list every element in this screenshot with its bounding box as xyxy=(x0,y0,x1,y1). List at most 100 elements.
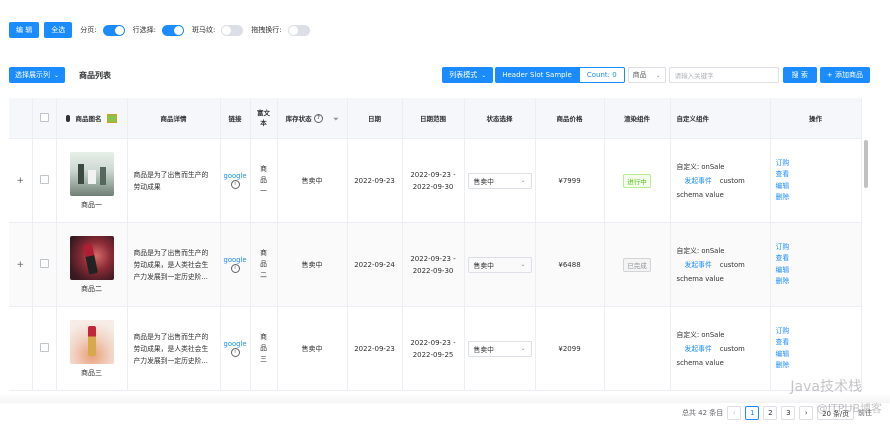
chevron-down-icon: ⌄ xyxy=(481,71,487,79)
stock-status: 售卖中 xyxy=(277,306,348,391)
edit-button[interactable]: 编 辑 xyxy=(9,22,40,38)
range-end: 2022-09-30 xyxy=(412,266,454,275)
row-checkbox[interactable] xyxy=(39,175,49,184)
status-select[interactable]: 售卖中 ⌄ xyxy=(467,340,532,357)
price-cell: ¥7999 xyxy=(535,138,605,223)
edit-link[interactable]: 编辑 xyxy=(776,181,858,193)
table-header-bar: 选择展示列 ⌄ 商品列表 列表模式 ⌄ Header Slot Sample C… xyxy=(9,66,870,84)
render-cell xyxy=(604,306,671,391)
image-icon xyxy=(106,114,117,124)
schema-value: schema value xyxy=(676,190,724,199)
richtext-cell: 商品二 xyxy=(260,249,267,279)
col-status-select: 状态选择 xyxy=(464,98,536,139)
col-stock: 库存状态 ? ⏷ xyxy=(277,98,348,139)
page-3-button[interactable]: 3 xyxy=(781,406,796,420)
col-render: 渲染组件 xyxy=(604,98,671,139)
pagination-toggle-label: 分页: xyxy=(80,26,97,34)
expand-icon[interactable]: + xyxy=(16,176,24,186)
product-link[interactable]: google xyxy=(224,256,247,264)
add-product-button[interactable]: + 添加商品 xyxy=(819,67,870,83)
status-select[interactable]: 售卖中 ⌄ xyxy=(467,256,532,273)
product-thumbnail xyxy=(69,151,114,196)
order-link[interactable]: 订购 xyxy=(776,242,858,254)
header-slot-button[interactable]: Header Slot Sample xyxy=(495,67,579,83)
status-tag: 已完成 xyxy=(623,257,651,272)
question-icon[interactable]: ? xyxy=(313,114,323,123)
zebra-switch[interactable] xyxy=(221,24,244,36)
filter-icon[interactable]: ⏷ xyxy=(333,115,338,123)
product-detail: 商品是为了出售而生产的劳动成果 xyxy=(127,138,221,223)
stock-status: 售卖中 xyxy=(277,222,348,307)
product-thumbnail xyxy=(69,319,114,364)
col-link: 链接 xyxy=(220,98,251,139)
trigger-event-link[interactable]: 发起事件 xyxy=(685,345,712,353)
search-button[interactable]: 搜 索 xyxy=(782,67,817,83)
chevron-down-icon: ⌄ xyxy=(520,261,526,268)
product-link[interactable]: google xyxy=(224,340,247,348)
custom-line: 自定义: onSale xyxy=(676,330,725,339)
col-richtext: 富文本 xyxy=(250,98,278,139)
page-1-button[interactable]: 1 xyxy=(745,406,760,420)
chevron-down-icon: ⌄ xyxy=(655,71,661,79)
prev-page-button[interactable]: ‹ xyxy=(727,406,742,420)
status-tag: 进行中 xyxy=(623,173,651,188)
col-image-label: 商品图名 xyxy=(75,114,102,123)
select-all-button[interactable]: 全选 xyxy=(44,22,73,38)
stock-status: 售卖中 xyxy=(277,138,348,223)
custom-line: 自定义: onSale xyxy=(676,162,725,171)
col-image: 商品图名 xyxy=(56,98,128,139)
pagination-switch[interactable] xyxy=(102,24,125,36)
product-table: 商品图名 商品详情 链接 富文本 库存状态 ? ⏷ 日期 日期范围 状态选择 商… xyxy=(9,98,862,391)
row-checkbox[interactable] xyxy=(39,259,49,268)
order-link[interactable]: 订购 xyxy=(776,158,858,170)
drag-switch[interactable] xyxy=(287,24,310,36)
col-ops: 操作 xyxy=(770,98,862,139)
delete-link[interactable]: 删除 xyxy=(776,276,858,288)
bottom-shadow xyxy=(0,393,890,403)
range-start: 2022-09-23 - xyxy=(410,254,456,263)
chevron-down-icon: ⌄ xyxy=(520,345,526,352)
row-select-switch[interactable] xyxy=(161,24,184,36)
date-cell: 2022-09-23 xyxy=(347,138,403,223)
vertical-scrollbar[interactable] xyxy=(864,140,868,188)
watermark-text-2: @ITPUB博客 xyxy=(816,402,882,415)
delete-link[interactable]: 删除 xyxy=(776,192,858,204)
order-link[interactable]: 订购 xyxy=(776,326,858,338)
range-end: 2022-09-30 xyxy=(412,182,454,191)
info-icon: i xyxy=(230,180,240,189)
edit-link[interactable]: 编辑 xyxy=(776,349,858,361)
trigger-event-link[interactable]: 发起事件 xyxy=(685,177,712,185)
col-custom-label: 自定义组件 xyxy=(676,115,710,123)
page-2-button[interactable]: 2 xyxy=(763,406,778,420)
view-link[interactable]: 查看 xyxy=(776,253,858,265)
field-select[interactable]: 商品 ⌄ xyxy=(627,67,666,83)
schema-value: schema value xyxy=(676,358,724,367)
status-select-value: 售卖中 xyxy=(473,345,494,354)
next-page-button[interactable]: › xyxy=(799,406,814,420)
edit-link[interactable]: 编辑 xyxy=(776,265,858,277)
table-row: + 商品三 商品是为了出售而生产的劳动成果，是人类社会生产力发展到一定历史阶..… xyxy=(9,306,862,391)
view-link[interactable]: 查看 xyxy=(776,169,858,181)
range-start: 2022-09-23 - xyxy=(410,338,456,347)
list-mode-label: 列表模式 xyxy=(449,71,478,79)
delete-link[interactable]: 删除 xyxy=(776,360,858,372)
status-select[interactable]: 售卖中 ⌄ xyxy=(467,172,532,189)
mic-icon xyxy=(66,115,71,123)
status-select-value: 售卖中 xyxy=(473,177,494,186)
search-input[interactable]: 请输入关键字 xyxy=(668,67,779,83)
range-start: 2022-09-23 - xyxy=(410,170,456,179)
product-link[interactable]: google xyxy=(224,172,247,180)
select-all-checkbox[interactable] xyxy=(39,112,49,122)
expand-icon[interactable]: + xyxy=(16,260,24,270)
list-mode-dropdown[interactable]: 列表模式 ⌄ xyxy=(442,67,494,83)
range-end: 2022-09-25 xyxy=(412,350,454,359)
richtext-cell: 商品一 xyxy=(260,165,267,195)
top-toolbar: 编 辑 全选 分页: 行选择: 斑马纹: 拖拽换行: xyxy=(9,21,310,39)
columns-select-button[interactable]: 选择展示列 ⌄ xyxy=(9,67,66,83)
trigger-event-link[interactable]: 发起事件 xyxy=(685,261,712,269)
header-slot-group: Header Slot Sample Count: 0 xyxy=(495,67,625,83)
view-link[interactable]: 查看 xyxy=(776,337,858,349)
columns-select-label: 选择展示列 xyxy=(15,71,50,79)
field-select-value: 商品 xyxy=(632,71,647,79)
row-checkbox[interactable] xyxy=(39,343,49,352)
